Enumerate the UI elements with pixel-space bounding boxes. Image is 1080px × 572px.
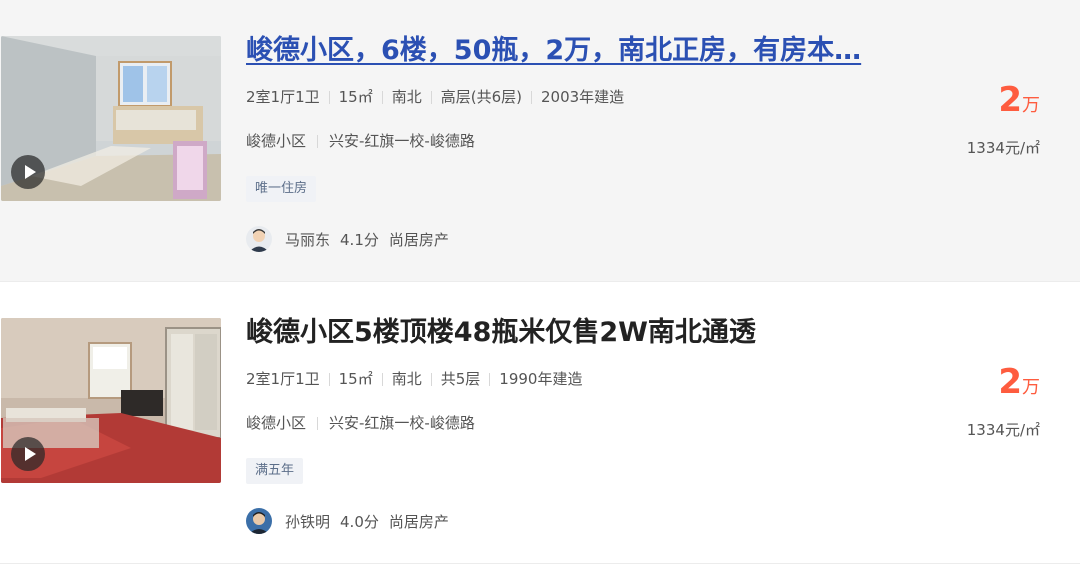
divider: [317, 134, 319, 148]
price-unit: 万: [1022, 377, 1040, 398]
agent-name[interactable]: 马丽东: [285, 229, 330, 250]
community-link[interactable]: 峻德小区: [246, 413, 306, 433]
agent-avatar[interactable]: [246, 508, 272, 534]
play-icon[interactable]: [11, 437, 45, 471]
agent-score: 4.1分: [340, 230, 379, 249]
divider: [317, 416, 319, 430]
listing-photo[interactable]: [1, 318, 221, 483]
feature-tag: 满五年: [246, 458, 304, 484]
divider: [531, 90, 532, 104]
unit-price: 1334元/㎡: [966, 421, 1040, 439]
room-layout: 2室1厅1卫: [246, 88, 320, 106]
listing-card[interactable]: 峻德小区，6楼，50瓶，2万，南北正房，有房本… 2室1厅1卫 15㎡ 南北 高…: [0, 0, 1080, 282]
play-icon[interactable]: [11, 155, 45, 189]
agent-info[interactable]: 孙铁明 4.0分 尚居房产: [246, 508, 449, 534]
listing-attributes: 2室1厅1卫 15㎡ 南北 高层(共6层) 2003年建造: [246, 87, 624, 107]
feature-tag: 唯一住房: [246, 176, 317, 202]
price-value: 2: [998, 80, 1022, 120]
listing-location: 峻德小区 兴安-红旗一校-峻德路: [246, 413, 475, 433]
divider: [489, 372, 491, 386]
listing-location: 峻德小区 兴安-红旗一校-峻德路: [246, 131, 475, 151]
price-unit: 万: [1022, 95, 1040, 116]
agent-name[interactable]: 孙铁明: [285, 511, 330, 532]
listing-photo[interactable]: [1, 36, 221, 201]
orientation: 南北: [391, 370, 422, 388]
build-year: 1990年建造: [499, 370, 583, 388]
room-layout: 2室1厅1卫: [246, 370, 320, 388]
listing-title[interactable]: 峻德小区5楼顶楼48瓶米仅售2W南北通透: [246, 314, 926, 352]
total-price: 2万: [998, 80, 1040, 120]
community-link[interactable]: 峻德小区: [246, 131, 306, 151]
floor-info: 共5层: [440, 370, 481, 388]
listing-title[interactable]: 峻德小区，6楼，50瓶，2万，南北正房，有房本…: [246, 32, 926, 70]
district-link[interactable]: 兴安-红旗一校-峻德路: [329, 131, 475, 151]
area: 15㎡: [338, 370, 373, 388]
district-link[interactable]: 兴安-红旗一校-峻德路: [329, 413, 475, 433]
agent-info[interactable]: 马丽东 4.1分 尚居房产: [246, 226, 449, 252]
area: 15㎡: [338, 88, 373, 106]
agent-company: 尚居房产: [388, 512, 449, 531]
listing-card[interactable]: 峻德小区5楼顶楼48瓶米仅售2W南北通透 2室1厅1卫 15㎡ 南北 共5层 1…: [0, 282, 1080, 564]
divider: [430, 90, 432, 104]
divider: [381, 90, 383, 104]
build-year: 2003年建造: [541, 88, 625, 106]
agent-score: 4.0分: [340, 512, 379, 531]
unit-price: 1334元/㎡: [966, 139, 1040, 157]
divider: [430, 372, 432, 386]
agent-company: 尚居房产: [388, 230, 449, 249]
floor-info: 高层(共6层): [440, 88, 522, 106]
divider: [381, 372, 383, 386]
divider: [328, 90, 330, 104]
total-price: 2万: [998, 362, 1040, 402]
listing-attributes: 2室1厅1卫 15㎡ 南北 共5层 1990年建造: [246, 369, 582, 389]
orientation: 南北: [391, 88, 422, 106]
divider: [328, 372, 330, 386]
agent-avatar[interactable]: [246, 226, 272, 252]
price-value: 2: [998, 362, 1022, 402]
